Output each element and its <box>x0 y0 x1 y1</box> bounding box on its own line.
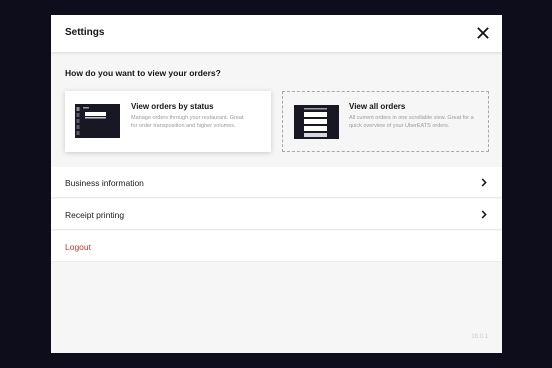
view-question: How do you want to view your orders? <box>65 68 221 78</box>
list-layout-thumbnail <box>294 105 339 139</box>
view-by-status-option[interactable]: View orders by status Manage orders thro… <box>65 91 271 152</box>
view-all-orders-option[interactable]: View all orders All current orders in on… <box>282 91 489 152</box>
view-by-status-description: Manage orders through your restaurant. G… <box>131 115 244 129</box>
close-icon[interactable] <box>476 26 490 40</box>
modal-header: Settings <box>51 15 502 52</box>
business-information-label: Business information <box>65 178 144 188</box>
view-all-orders-title: View all orders <box>349 102 406 111</box>
receipt-printing-row[interactable]: Receipt printing <box>51 199 502 230</box>
logout-row[interactable]: Logout <box>51 231 502 262</box>
status-layout-thumbnail <box>75 104 120 138</box>
view-all-orders-description: All current orders in one scrollable vie… <box>349 115 474 129</box>
logout-label: Logout <box>65 242 91 252</box>
settings-modal: Settings How do you want to view your or… <box>51 15 502 353</box>
chevron-right-icon <box>481 178 487 187</box>
version-label: 18.0.1 <box>471 334 488 340</box>
receipt-printing-label: Receipt printing <box>65 210 125 220</box>
chevron-right-icon <box>481 210 487 219</box>
business-information-row[interactable]: Business information <box>51 167 502 198</box>
view-by-status-title: View orders by status <box>131 102 214 111</box>
modal-title: Settings <box>65 27 105 38</box>
